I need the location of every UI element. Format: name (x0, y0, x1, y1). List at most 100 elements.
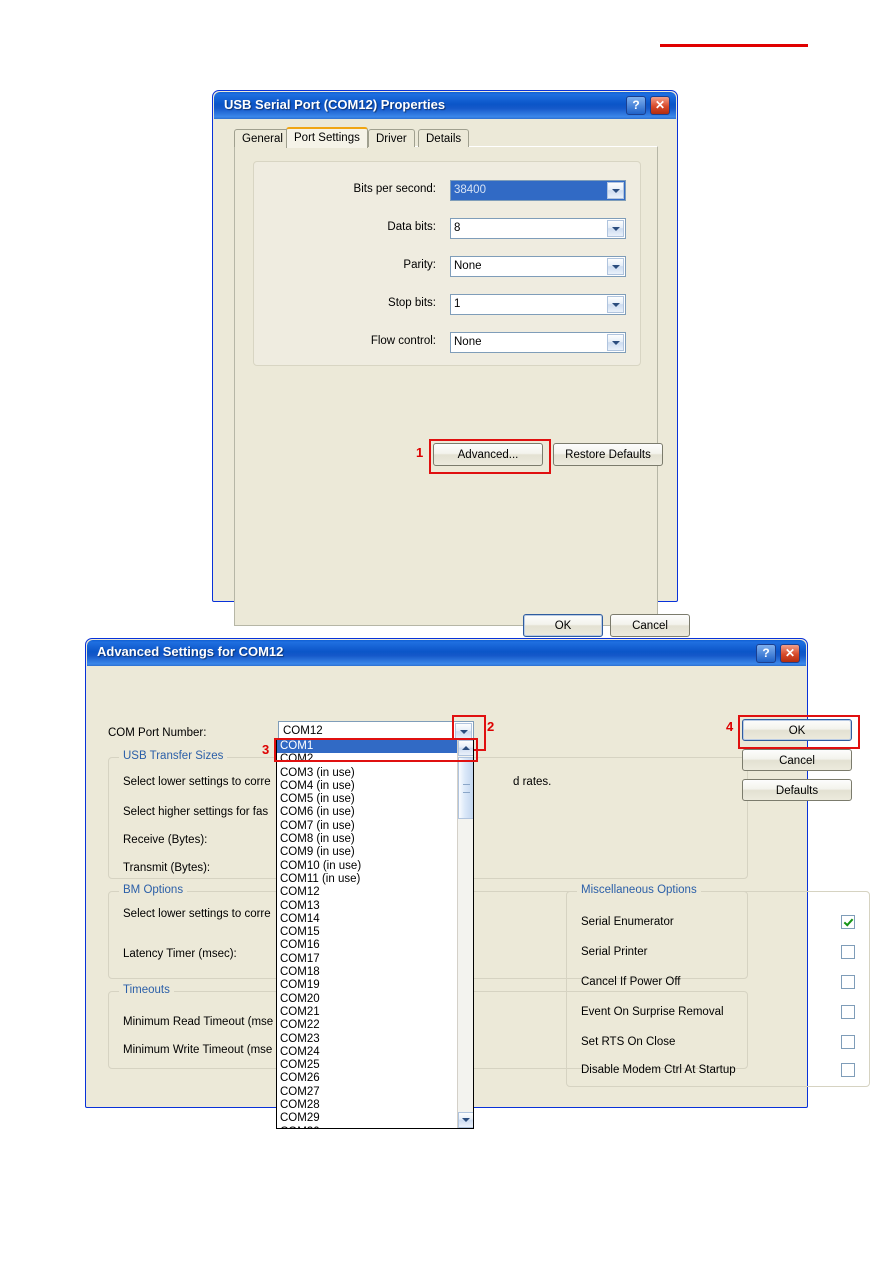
dropdown-item[interactable]: COM21 (277, 1006, 458, 1019)
parity-combo[interactable]: None (450, 256, 626, 277)
annotation-box-4 (738, 715, 860, 749)
dropdown-item[interactable]: COM29 (277, 1112, 458, 1125)
disable-modem-ctrl-at-startup-checkbox[interactable] (841, 1063, 855, 1077)
group-title: Miscellaneous Options (577, 884, 701, 896)
combo-value: 8 (454, 222, 461, 234)
serial-printer-checkbox[interactable] (841, 945, 855, 959)
misc-option-row[interactable]: Cancel If Power Off (581, 974, 857, 994)
dropdown-item[interactable]: COM20 (277, 993, 458, 1006)
set-rts-on-close-checkbox[interactable] (841, 1035, 855, 1049)
help-button[interactable]: ? (756, 644, 776, 663)
close-icon[interactable]: ✕ (650, 96, 670, 115)
dropdown-item[interactable]: COM25 (277, 1059, 458, 1072)
dropdown-item[interactable]: COM9 (in use) (277, 846, 458, 859)
misc-option-row[interactable]: Serial Printer (581, 944, 857, 964)
option-label: Cancel If Power Off (581, 976, 681, 988)
chevron-down-icon[interactable] (607, 220, 624, 237)
field-label: Flow control: (370, 335, 436, 347)
event-on-surprise-removal-checkbox[interactable] (841, 1005, 855, 1019)
dialog1-tabs: General Port Settings Driver Details (234, 127, 658, 148)
dropdown-item[interactable]: COM3 (in use) (277, 767, 458, 780)
dropdown-item[interactable]: COM18 (277, 966, 458, 979)
cancel-button[interactable]: Cancel (610, 614, 690, 637)
dropdown-item[interactable]: COM7 (in use) (277, 820, 458, 833)
dropdown-item[interactable]: COM11 (in use) (277, 873, 458, 886)
dropdown-item[interactable]: COM14 (277, 913, 458, 926)
header-rule (660, 44, 808, 47)
restore-defaults-button[interactable]: Restore Defaults (553, 443, 663, 466)
bits-per-second-combo[interactable]: 38400 (450, 180, 626, 201)
scrollbar-thumb[interactable] (458, 757, 473, 819)
chevron-down-icon[interactable] (607, 334, 624, 351)
annotation-box-3 (274, 738, 478, 762)
chevron-down-icon[interactable] (607, 258, 624, 275)
misc-option-row[interactable]: Serial Enumerator (581, 914, 857, 934)
annotation-marker-3: 3 (262, 742, 270, 757)
cancel-button[interactable]: Cancel (742, 749, 852, 771)
dropdown-scrollbar[interactable] (457, 740, 473, 1128)
field-label: Data bits: (387, 221, 436, 233)
serial-enumerator-checkbox[interactable] (841, 915, 855, 929)
field-label: Parity: (403, 259, 436, 271)
field-label: Bits per second: (353, 183, 436, 195)
dropdown-item[interactable]: COM30 (277, 1126, 458, 1128)
port-settings-group: Bits per second: 38400 Data bits: 8 Pari… (253, 161, 641, 366)
chevron-down-icon[interactable] (607, 182, 624, 199)
ok-button[interactable]: OK (523, 614, 603, 637)
dropdown-item[interactable]: COM27 (277, 1086, 458, 1099)
usb-hint-line1: Select lower settings to corre (123, 776, 271, 788)
dropdown-item[interactable]: COM12 (277, 886, 458, 899)
option-label: Serial Enumerator (581, 916, 674, 928)
tab-port-settings[interactable]: Port Settings (286, 127, 368, 148)
dropdown-item[interactable]: COM8 (in use) (277, 833, 458, 846)
dropdown-item[interactable]: COM17 (277, 953, 458, 966)
dropdown-item[interactable]: COM23 (277, 1033, 458, 1046)
bm-hint-line1: Select lower settings to corre (123, 908, 271, 920)
combo-value: None (454, 336, 482, 348)
field-stop-bits: Stop bits: 1 (254, 294, 642, 316)
dropdown-item[interactable]: COM16 (277, 939, 458, 952)
tab-details[interactable]: Details (418, 129, 470, 147)
dropdown-item[interactable]: COM5 (in use) (277, 793, 458, 806)
annotation-marker-2: 2 (487, 719, 495, 734)
dropdown-item[interactable]: COM24 (277, 1046, 458, 1059)
misc-option-row[interactable]: Event On Surprise Removal (581, 1004, 857, 1024)
group-title: BM Options (119, 884, 188, 896)
group-title: Timeouts (119, 984, 174, 996)
misc-option-row[interactable]: Disable Modem Ctrl At Startup (581, 1062, 857, 1082)
data-bits-combo[interactable]: 8 (450, 218, 626, 239)
dropdown-item[interactable]: COM28 (277, 1099, 458, 1112)
combo-value: COM12 (283, 725, 323, 737)
flow-control-combo[interactable]: None (450, 332, 626, 353)
scroll-down-icon[interactable] (458, 1112, 473, 1128)
com-port-number-label: COM Port Number: (108, 727, 207, 739)
tab-driver[interactable]: Driver (368, 129, 415, 147)
combo-value: None (454, 260, 482, 272)
dropdown-item[interactable]: COM4 (in use) (277, 780, 458, 793)
stop-bits-combo[interactable]: 1 (450, 294, 626, 315)
option-label: Set RTS On Close (581, 1036, 676, 1048)
dropdown-item[interactable]: COM19 (277, 979, 458, 992)
defaults-button[interactable]: Defaults (742, 779, 852, 801)
annotation-marker-4: 4 (726, 719, 734, 734)
option-label: Disable Modem Ctrl At Startup (581, 1064, 736, 1076)
usb-hint-line1-tail: d rates. (513, 776, 552, 788)
com-port-dropdown-list[interactable]: COM1 COM2 COM3 (in use) COM4 (in use) COM5 (… (276, 739, 474, 1129)
chevron-down-icon[interactable] (607, 296, 624, 313)
usb-hint-line2: Select higher settings for fas (123, 806, 269, 818)
dialog2-title-text: Advanced Settings for COM12 (97, 644, 284, 659)
help-button[interactable]: ? (626, 96, 646, 115)
dropdown-item[interactable]: COM10 (in use) (277, 860, 458, 873)
tab-general[interactable]: General (234, 129, 291, 147)
misc-option-row[interactable]: Set RTS On Close (581, 1034, 857, 1054)
option-label: Event On Surprise Removal (581, 1006, 724, 1018)
cancel-if-power-off-checkbox[interactable] (841, 975, 855, 989)
close-icon[interactable]: ✕ (780, 644, 800, 663)
dropdown-item[interactable]: COM13 (277, 900, 458, 913)
dropdown-item[interactable]: COM26 (277, 1072, 458, 1085)
dropdown-item[interactable]: COM22 (277, 1019, 458, 1032)
minimum-write-timeout-label: Minimum Write Timeout (mse (123, 1044, 273, 1056)
annotation-marker-1: 1 (416, 445, 424, 460)
dropdown-item[interactable]: COM15 (277, 926, 458, 939)
dropdown-item[interactable]: COM6 (in use) (277, 806, 458, 819)
